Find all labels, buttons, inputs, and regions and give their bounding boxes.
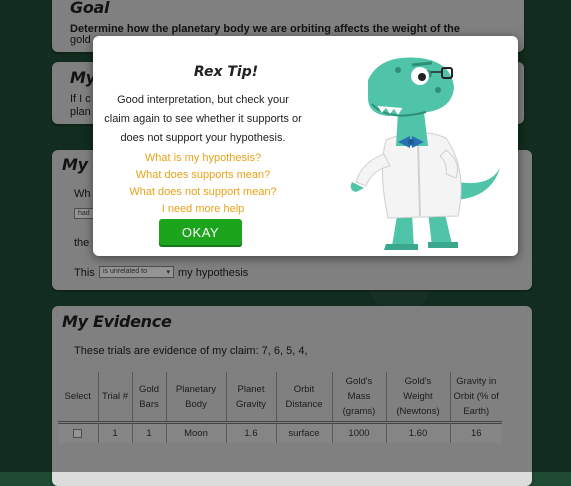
dinosaur-scientist-icon xyxy=(350,57,500,250)
link-what-is-hypothesis[interactable]: What is my hypothesis? xyxy=(103,152,303,164)
link-what-not-support-means[interactable]: What does not support mean? xyxy=(103,186,303,198)
link-what-supports-means[interactable]: What does supports mean? xyxy=(103,169,303,181)
rex-tip-dialog: Rex Tip! Good interpretation, but check … xyxy=(93,36,518,256)
dialog-message: Good interpretation, but check your clai… xyxy=(104,94,302,144)
okay-button[interactable]: Okay xyxy=(159,219,242,247)
link-need-more-help[interactable]: I need more help xyxy=(103,203,303,215)
dialog-title: Rex Tip! xyxy=(193,64,259,80)
